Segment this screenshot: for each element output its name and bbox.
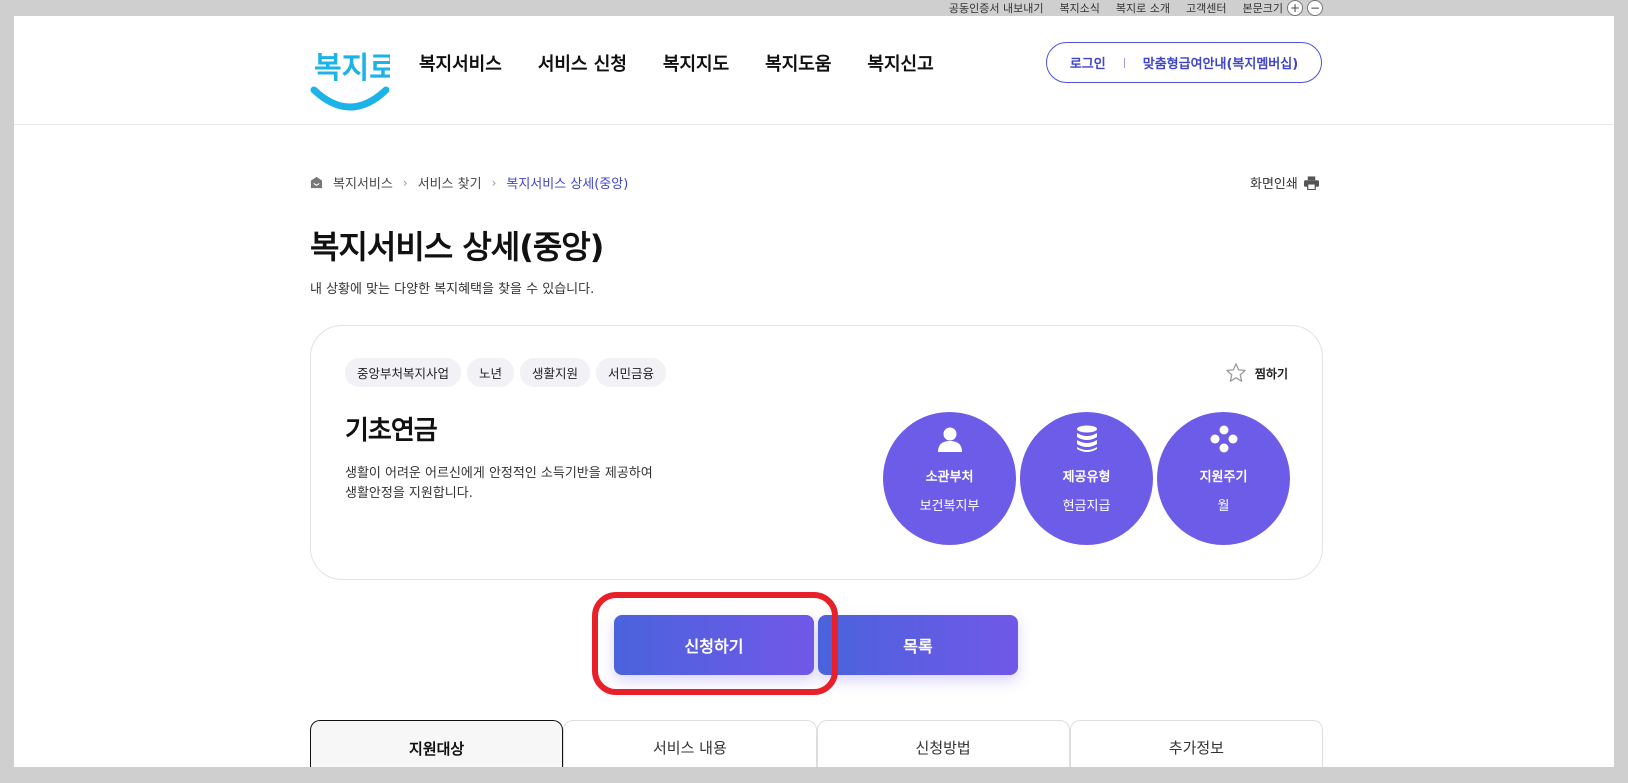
star-icon <box>1226 363 1246 382</box>
nav-service-apply[interactable]: 서비스 신청 <box>538 50 627 76</box>
apply-highlight-box <box>592 592 838 695</box>
info-value: 월 <box>1217 499 1230 514</box>
page-bottom-edge <box>0 767 1628 783</box>
list-button[interactable]: 목록 <box>818 615 1018 675</box>
home-icon[interactable] <box>310 176 323 189</box>
site-header: 복지로 복지서비스 서비스 신청 복지지도 복지도움 복지신고 로그인 맞춤형급… <box>14 16 1614 125</box>
info-circle-support-cycle: 지원주기 월 <box>1157 412 1290 545</box>
info-value: 현금지급 <box>1062 499 1111 514</box>
print-button[interactable]: 화면인쇄 <box>1250 173 1319 192</box>
service-description: 생활이 어려운 어르신에게 안정적인 소득기반을 제공하여 생활안정을 지원합니… <box>345 466 653 501</box>
bookmark-button[interactable]: 찜하기 <box>1225 362 1288 384</box>
page-subtitle: 내 상황에 맞는 다양한 복지혜택을 찾을 수 있습니다. <box>310 282 595 297</box>
font-size-label: 본문크기 <box>1242 2 1283 15</box>
detail-tabs: 지원대상 서비스 내용 신청방법 추가정보 <box>310 720 1323 767</box>
nav-welfare-services[interactable]: 복지서비스 <box>419 50 502 76</box>
service-name: 기초연금 <box>345 416 438 446</box>
info-label: 지원주기 <box>1199 470 1248 485</box>
service-info-circles: 소관부처 보건복지부 제공유형 현금지급 지원주기 월 <box>883 412 1290 545</box>
tag-central-ministry: 중앙부처복지사업 <box>345 358 462 387</box>
tag-living-support: 생활지원 <box>520 358 591 387</box>
breadcrumb: 복지서비스 › 서비스 찾기 › 복지서비스 상세(중앙) <box>310 173 628 192</box>
logo-text: 복지로 <box>314 51 390 86</box>
info-circle-ministry: 소관부처 보건복지부 <box>883 412 1016 545</box>
page-title: 복지서비스 상세(중앙) <box>310 228 604 266</box>
person-icon <box>935 424 965 454</box>
site-logo[interactable]: 복지로 <box>310 42 390 112</box>
login-link[interactable]: 로그인 <box>1070 53 1106 72</box>
breadcrumb-item-current: 복지서비스 상세(중앙) <box>506 177 629 192</box>
tab-eligibility[interactable]: 지원대상 <box>310 720 564 767</box>
print-label: 화면인쇄 <box>1250 177 1298 192</box>
coins-icon <box>1072 424 1102 454</box>
nav-welfare-report[interactable]: 복지신고 <box>867 50 933 76</box>
breadcrumb-item-service-search[interactable]: 서비스 찾기 <box>418 173 482 192</box>
service-tags: 중앙부처복지사업 노년 생활지원 서민금융 <box>345 358 667 387</box>
chevron-right-icon: › <box>491 175 497 190</box>
membership-link[interactable]: 맞춤형급여안내(복지멤버십) <box>1143 53 1298 72</box>
zoom-in-button[interactable]: + <box>1287 0 1303 16</box>
printer-icon <box>1303 175 1319 190</box>
cycle-icon <box>1209 424 1239 454</box>
tag-microfinance: 서민금융 <box>596 358 667 387</box>
divider <box>1123 57 1125 68</box>
chevron-right-icon: › <box>402 175 408 190</box>
tab-additional-info[interactable]: 추가정보 <box>1069 720 1323 767</box>
login-membership-box: 로그인 맞춤형급여안내(복지멤버십) <box>1046 42 1322 83</box>
utility-bar: 공동인증서 내보내기 복지소식 복지로 소개 고객센터 본문크기 + − <box>0 0 1628 16</box>
bookmark-label: 찜하기 <box>1254 366 1288 381</box>
support-link[interactable]: 고객센터 <box>1186 0 1226 16</box>
info-label: 제공유형 <box>1062 470 1111 485</box>
service-summary-card: 중앙부처복지사업 노년 생활지원 서민금융 찜하기 기초연금 생활이 어려운 어… <box>310 325 1323 580</box>
breadcrumb-item-welfare-services[interactable]: 복지서비스 <box>333 173 393 192</box>
tab-how-to-apply[interactable]: 신청방법 <box>816 720 1070 767</box>
nav-welfare-map[interactable]: 복지지도 <box>663 50 729 76</box>
page-container: 복지로 복지서비스 서비스 신청 복지지도 복지도움 복지신고 로그인 맞춤형급… <box>14 16 1614 767</box>
cert-export-link[interactable]: 공동인증서 내보내기 <box>949 0 1044 16</box>
tag-senior: 노년 <box>467 358 515 387</box>
info-label: 소관부처 <box>925 470 974 485</box>
about-link[interactable]: 복지로 소개 <box>1116 0 1170 16</box>
info-circle-provision-type: 제공유형 현금지급 <box>1020 412 1153 545</box>
main-nav: 복지서비스 서비스 신청 복지지도 복지도움 복지신고 <box>419 50 934 76</box>
info-value: 보건복지부 <box>919 499 980 514</box>
news-link[interactable]: 복지소식 <box>1059 0 1099 16</box>
font-size-control: 본문크기 + − <box>1243 0 1323 16</box>
zoom-out-button[interactable]: − <box>1307 0 1323 16</box>
tab-service-content[interactable]: 서비스 내용 <box>563 720 817 767</box>
nav-welfare-help[interactable]: 복지도움 <box>765 50 831 76</box>
